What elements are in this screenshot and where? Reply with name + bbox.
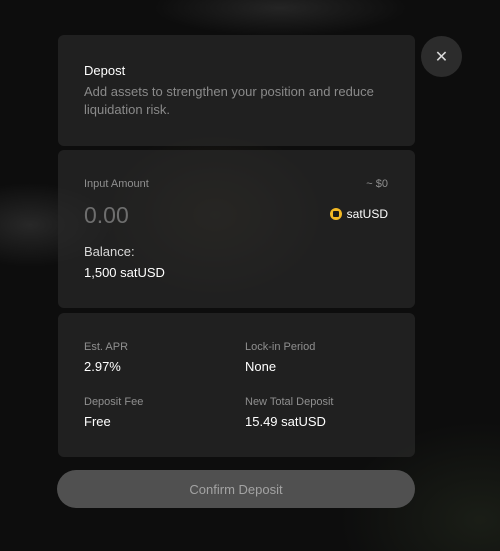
balance-label: Balance:: [84, 244, 135, 259]
lock-period-value: None: [245, 359, 277, 374]
new-total-deposit-label: New Total Deposit: [245, 396, 334, 408]
deposit-fee-value: Free: [84, 414, 111, 429]
input-amount-card: Input Amount ~ $0 satUSD Balance: 1,500 …: [58, 150, 415, 308]
close-icon: ✕: [434, 48, 449, 66]
satusd-token-icon: [329, 208, 342, 220]
deposit-stats-card: Est. APR 2.97% Lock-in Period None Depos…: [58, 313, 415, 457]
dialog-description: Add assets to strengthen your position a…: [84, 84, 374, 117]
new-total-deposit-value: 15.49 satUSD: [245, 414, 326, 429]
deposit-fee-label: Deposit Fee: [84, 396, 144, 408]
amount-input[interactable]: [84, 200, 284, 230]
deposit-header-card: Depost Add assets to strengthen your pos…: [58, 35, 415, 146]
apr-value: 2.97%: [84, 359, 121, 374]
close-button[interactable]: ✕: [421, 36, 462, 77]
dialog-title: Depost: [84, 63, 126, 78]
apr-label: Est. APR: [84, 341, 129, 353]
balance-value: 1,500 satUSD: [84, 265, 165, 280]
input-amount-label: Input Amount: [84, 178, 149, 190]
confirm-deposit-button[interactable]: Confirm Deposit: [57, 470, 415, 508]
lock-period-label: Lock-in Period: [245, 341, 316, 353]
token-symbol: satUSD: [346, 207, 388, 221]
token-selector[interactable]: satUSD: [329, 207, 388, 221]
usd-estimate: ~ $0: [366, 178, 388, 190]
